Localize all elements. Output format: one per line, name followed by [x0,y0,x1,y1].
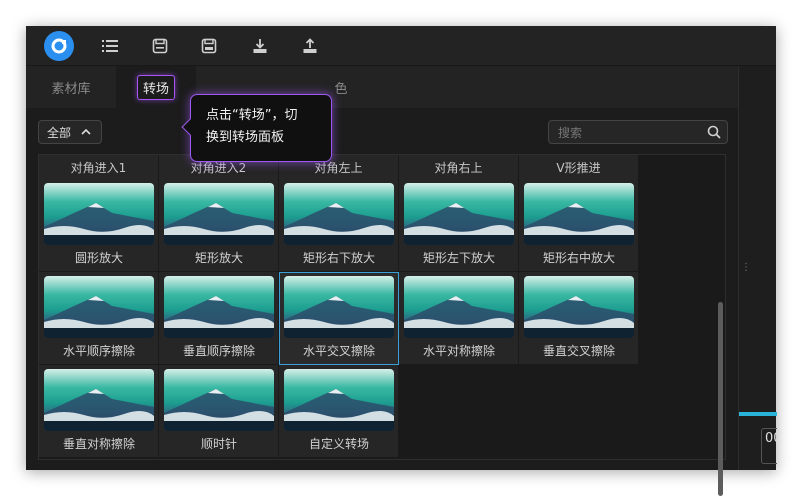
tab-material-library[interactable]: 素材库 [26,66,116,108]
transition-thumbnail [524,183,634,245]
transition-label: 自定义转场 [308,437,369,451]
transition-label: 圆形放大 [74,251,123,265]
transition-label: 矩形右中放大 [542,251,615,265]
timeline-progress [739,412,777,416]
tab-label: 素材库 [51,81,91,97]
transition-label: 水平交叉擦除 [302,344,375,358]
transition-thumbnail [524,276,634,338]
timecode-field[interactable]: 00 [761,428,777,464]
search-input[interactable]: 搜索 [548,120,728,144]
transition-thumbnail [404,183,514,245]
transition-item[interactable]: 水平顺序擦除 [39,272,159,365]
transition-item[interactable]: 垂直交叉擦除 [519,272,639,365]
transition-item[interactable]: 矩形放大 [159,179,279,272]
transition-thumbnail [284,276,394,338]
transition-label: 垂直交叉擦除 [542,344,615,358]
chevron-up-icon [81,128,91,136]
transition-thumbnail [164,369,274,431]
transition-thumbnail [44,183,154,245]
transition-label: 垂直对称擦除 [62,437,135,451]
transition-item[interactable]: 水平对称擦除 [399,272,519,365]
transition-item[interactable]: 矩形右中放大 [519,179,639,272]
toolbar [26,26,776,66]
save-icon[interactable] [148,34,172,58]
scrollbar[interactable] [718,302,723,496]
app-logo[interactable] [44,31,74,61]
tab-label: 色 [334,81,348,97]
transition-label: 矩形右下放大 [302,251,375,265]
transition-item[interactable]: 垂直顺序擦除 [159,272,279,365]
grid-header-cell[interactable]: V形推进 [519,155,639,179]
category-filter-dropdown[interactable]: 全部 [38,120,102,144]
transition-item[interactable]: 垂直对称擦除 [39,365,159,458]
editor-window: 素材库 转场 色 点击“转场”，切 换到转场面板 全部 搜索 对角进入1 对角进… [26,26,777,496]
transition-label: 垂直顺序擦除 [182,344,255,358]
transition-thumbnail [44,276,154,338]
search-icon[interactable] [707,125,721,142]
transition-thumbnail [284,369,394,431]
transition-thumbnail [164,276,274,338]
resource-panel: 素材库 转场 色 点击“转场”，切 换到转场面板 全部 搜索 对角进入1 对角进… [26,66,738,496]
import-icon[interactable] [248,34,272,58]
transition-item[interactable]: 矩形左下放大 [399,179,519,272]
export-icon[interactable] [298,34,322,58]
timecode-value: 00 [765,431,777,446]
transition-label: 水平顺序擦除 [62,344,135,358]
transition-label: 水平对称擦除 [422,344,495,358]
drag-handle-icon[interactable]: ⋮ [741,262,751,273]
transition-label: 矩形放大 [194,251,243,265]
save-as-icon[interactable] [197,34,221,58]
transition-label: 矩形左下放大 [422,251,495,265]
transition-item[interactable]: 水平交叉擦除 [279,272,399,365]
transition-thumbnail [404,276,514,338]
tutorial-tooltip: 点击“转场”，切 换到转场面板 [181,94,332,162]
search-placeholder: 搜索 [558,125,583,140]
panel-tabs: 素材库 转场 色 [26,66,738,108]
grid-header-cell[interactable]: 对角右上 [399,155,519,179]
tooltip-arrow [181,118,199,136]
tooltip-text-line1: 点击“转场”，切 [206,108,298,123]
transition-thumbnail [44,369,154,431]
transition-item[interactable]: 自定义转场 [279,365,399,458]
transition-label: 顺时针 [200,437,237,451]
tab-label: 转场 [136,74,175,100]
list-icon[interactable] [98,34,122,58]
transition-item[interactable]: 矩形右下放大 [279,179,399,272]
filter-label: 全部 [47,125,72,140]
transition-item[interactable]: 顺时针 [159,365,279,458]
transition-thumbnail [284,183,394,245]
transition-item[interactable]: 圆形放大 [39,179,159,272]
transition-thumbnail [164,183,274,245]
tooltip-text-line2: 换到转场面板 [206,130,285,145]
tab-transition[interactable]: 转场 [116,66,196,108]
grid-header-cell[interactable]: 对角进入1 [39,155,159,179]
transition-grid: 对角进入1 对角进入2 对角左上 对角右上 V形推进 圆形放大 矩形放大 矩形右下放大 矩形左下… [38,154,726,460]
preview-panel: ⋮ 00 [738,66,777,470]
